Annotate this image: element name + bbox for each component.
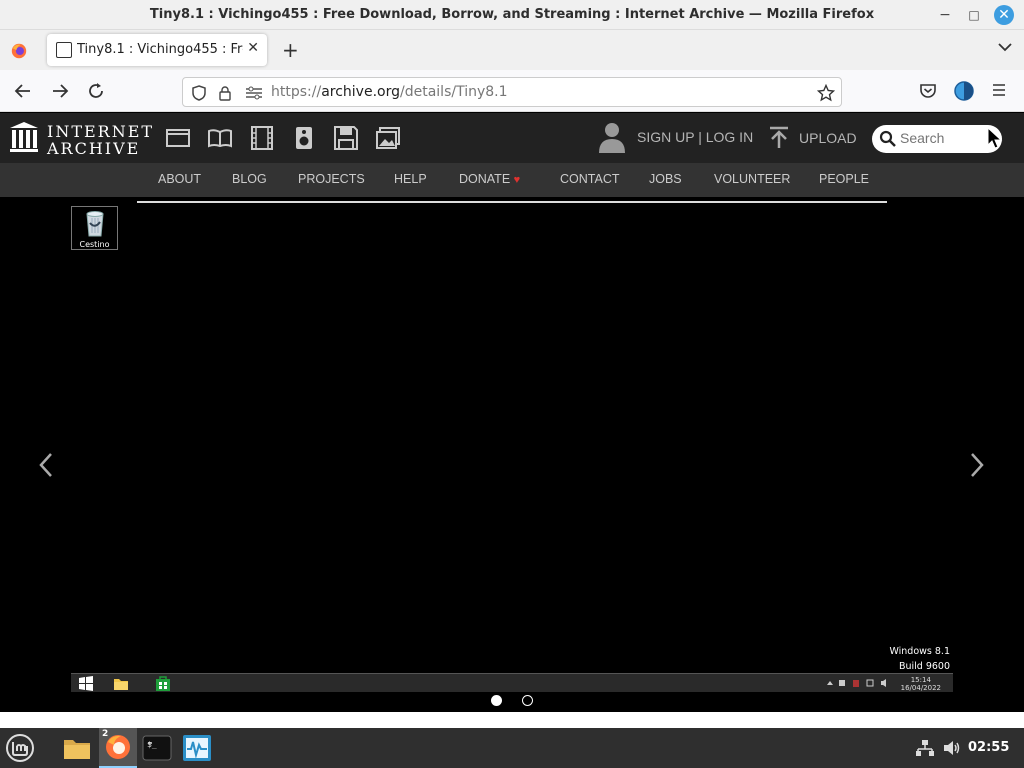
- minimize-button[interactable]: −: [935, 5, 955, 25]
- window-title: Tiny8.1 : Vichingo455 : Free Download, B…: [149, 7, 875, 22]
- account-avatar-icon[interactable]: [954, 81, 974, 101]
- audio-speaker-icon[interactable]: [291, 125, 317, 151]
- lock-icon[interactable]: [217, 85, 233, 101]
- ia-logo[interactable]: INTERNET ARCHIVE: [9, 121, 152, 157]
- recycle-bin-icon: [86, 211, 104, 237]
- tab-title: Tiny8.1 : Vichingo455 : Free Download, B…: [77, 42, 243, 57]
- close-button[interactable]: ✕: [994, 5, 1014, 25]
- nav-volunteer[interactable]: VOLUNTEER: [714, 172, 790, 186]
- windows-clock-time: 15:14: [910, 676, 931, 684]
- nav-jobs[interactable]: JOBS: [649, 172, 682, 186]
- nav-help[interactable]: HELP: [394, 172, 427, 186]
- chevron-left-icon: [39, 453, 52, 477]
- url-host: archive.org: [321, 84, 400, 100]
- archive-building-icon: [10, 122, 38, 152]
- emulator-theater[interactable]: Cestino Windows 8.1 Build 9600 15:14 16/…: [0, 197, 1024, 712]
- nav-contact[interactable]: CONTACT: [560, 172, 620, 186]
- forward-arrow-icon[interactable]: [51, 82, 69, 100]
- tab-close-icon[interactable]: ✕: [247, 40, 259, 56]
- nav-projects[interactable]: PROJECTS: [298, 172, 365, 186]
- signup-login-link[interactable]: SIGN UP | LOG IN: [637, 129, 753, 145]
- ia-top-header: INTERNET ARCHIVE SIGN UP | LOG IN UPLOAD: [0, 113, 1024, 163]
- url-text[interactable]: https://archive.org/details/Tiny8.1: [271, 84, 508, 100]
- mouse-cursor-icon: [987, 127, 1003, 149]
- nav-blog[interactable]: BLOG: [232, 172, 267, 186]
- heart-icon: ♥: [513, 174, 521, 186]
- volume-icon[interactable]: [943, 740, 961, 756]
- windows-version: Windows 8.1: [889, 646, 950, 657]
- chevron-down-icon: [998, 43, 1012, 52]
- desktop-recycle-bin[interactable]: Cestino: [71, 206, 118, 250]
- os-taskbar: 2 $_ 02:55: [0, 728, 1024, 768]
- window-titlebar: Tiny8.1 : Vichingo455 : Free Download, B…: [0, 0, 1024, 30]
- tab-active[interactable]: Tiny8.1 : Vichingo455 : Free Download, B…: [47, 34, 267, 66]
- windows-clock[interactable]: 15:14 16/04/2022: [901, 676, 941, 692]
- windows-version-watermark: Windows 8.1 Build 9600: [889, 644, 950, 674]
- recycle-bin-label: Cestino: [79, 240, 110, 249]
- ia-search-box[interactable]: [872, 125, 1002, 153]
- mint-menu-icon[interactable]: [4, 732, 36, 764]
- search-input[interactable]: [900, 130, 995, 146]
- shield-icon[interactable]: [191, 85, 207, 101]
- reload-icon[interactable]: [87, 82, 105, 100]
- firefox-taskbar-button[interactable]: 2: [99, 728, 137, 768]
- files-folder-icon[interactable]: [61, 732, 93, 764]
- url-scheme: https://: [271, 84, 322, 100]
- windows-start-icon[interactable]: [78, 676, 94, 691]
- window-count-badge: 2: [102, 729, 109, 739]
- images-icon[interactable]: [375, 125, 401, 151]
- logo-text-line1: INTERNET: [47, 122, 155, 141]
- video-film-icon[interactable]: [249, 125, 275, 151]
- svg-text:$_: $_: [147, 740, 157, 749]
- progress-line: [137, 201, 887, 203]
- archive-favicon-icon: [56, 42, 72, 58]
- texts-book-icon[interactable]: [207, 125, 233, 151]
- url-bar[interactable]: https://archive.org/details/Tiny8.1: [182, 77, 842, 107]
- nav-about[interactable]: ABOUT: [158, 172, 201, 186]
- system-tray-icons[interactable]: [825, 678, 895, 688]
- pocket-icon[interactable]: [919, 82, 937, 100]
- navigation-toolbar: https://archive.org/details/Tiny8.1: [0, 70, 1024, 112]
- upload-arrow-icon[interactable]: [768, 126, 790, 150]
- system-monitor-icon[interactable]: [181, 732, 213, 764]
- maximize-button[interactable]: □: [964, 5, 984, 25]
- web-archive-icon[interactable]: [165, 125, 191, 151]
- nav-donate-label: DONATE: [459, 172, 511, 186]
- windows-clock-date: 16/04/2022: [900, 684, 941, 692]
- software-floppy-icon[interactable]: [333, 125, 359, 151]
- chevron-right-icon: [971, 453, 984, 477]
- permissions-icon[interactable]: [245, 86, 263, 100]
- carousel-next-button[interactable]: [969, 452, 985, 485]
- list-all-tabs-button[interactable]: [998, 40, 1012, 56]
- carousel-dot-2[interactable]: [522, 695, 533, 706]
- network-icon[interactable]: [916, 740, 934, 756]
- nav-donate[interactable]: DONATE ♥: [459, 172, 520, 186]
- hamburger-menu-icon[interactable]: [991, 82, 1007, 98]
- search-icon[interactable]: [879, 130, 897, 148]
- logo-text-line2: ARCHIVE: [47, 139, 141, 158]
- carousel-dot-1[interactable]: [491, 695, 502, 706]
- new-tab-button[interactable]: +: [282, 38, 299, 62]
- windows-store-icon[interactable]: [155, 676, 171, 691]
- nav-people[interactable]: PEOPLE: [819, 172, 869, 186]
- user-account-icon[interactable]: [597, 122, 627, 154]
- file-explorer-icon[interactable]: [113, 676, 129, 691]
- terminal-icon[interactable]: $_: [141, 732, 173, 764]
- back-arrow-icon[interactable]: [14, 82, 32, 100]
- bookmark-star-icon[interactable]: [817, 84, 835, 102]
- upload-link[interactable]: UPLOAD: [799, 130, 857, 146]
- firefox-view-icon[interactable]: [9, 42, 29, 60]
- windows-build: Build 9600: [898, 661, 950, 672]
- carousel-prev-button[interactable]: [38, 452, 54, 485]
- windows-taskbar: 15:14 16/04/2022: [71, 673, 953, 692]
- url-path: /details/Tiny8.1: [400, 84, 508, 100]
- system-clock[interactable]: 02:55: [968, 740, 1009, 755]
- ia-subnav: ABOUT BLOG PROJECTS HELP DONATE ♥ CONTAC…: [0, 163, 1024, 197]
- page-content-strip: [0, 712, 1024, 728]
